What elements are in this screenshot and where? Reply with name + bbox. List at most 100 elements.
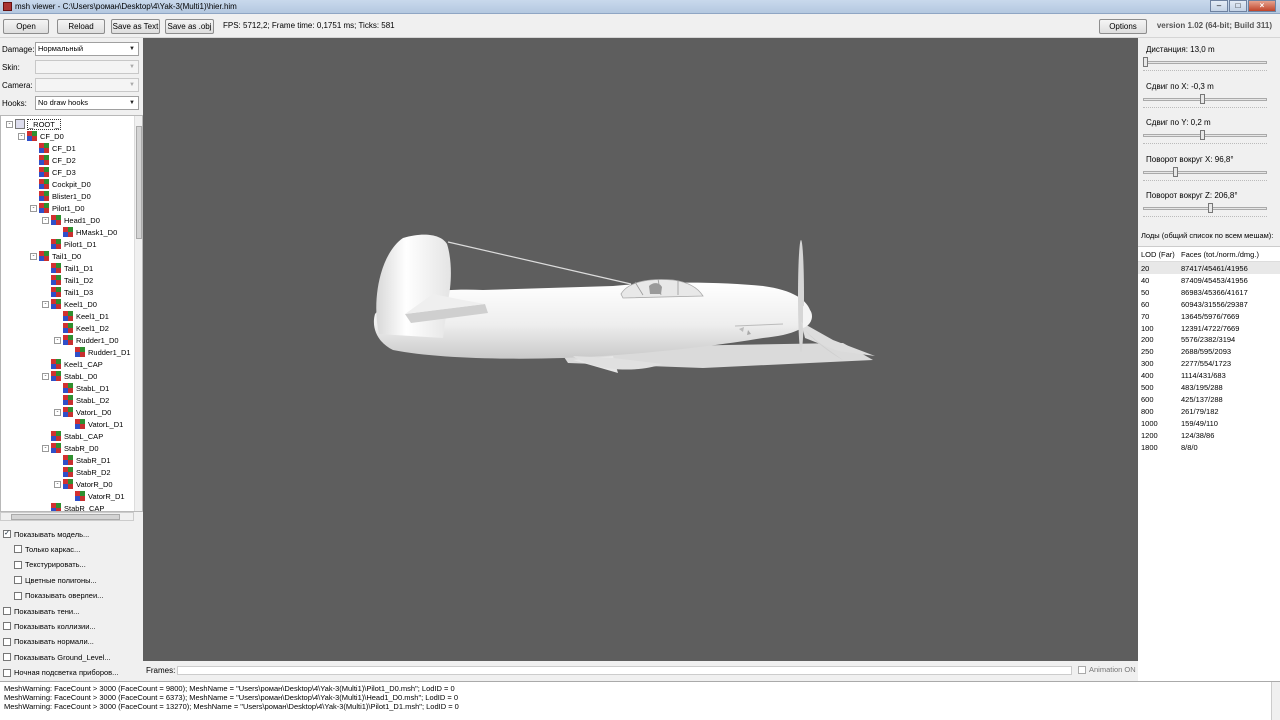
option-checkbox-row[interactable]: Цветные полигоны... <box>14 574 97 586</box>
slider-handle[interactable] <box>1200 130 1206 141</box>
scrollbar-thumb[interactable] <box>136 126 142 239</box>
lod-row[interactable]: 100 12391/4722/7669 <box>1138 322 1280 334</box>
slider-handle[interactable] <box>1143 57 1148 67</box>
slider-handle[interactable] <box>1172 166 1178 177</box>
collapse-icon[interactable]: - <box>30 252 37 260</box>
slider-track[interactable] <box>1143 207 1267 211</box>
tree-item[interactable]: HMask1_D0 <box>54 226 118 238</box>
checkbox-icon[interactable] <box>3 622 11 631</box>
option-checkbox-row[interactable]: Показывать оверлеи... <box>14 590 103 602</box>
tree-item[interactable]: StabL_CAP <box>42 430 104 442</box>
slider-track[interactable] <box>1143 61 1267 64</box>
3d-viewport[interactable] <box>143 38 1138 661</box>
tree-item[interactable]: Keel1_D1 <box>54 310 110 322</box>
tree-horizontal-scrollbar[interactable] <box>0 512 134 521</box>
tree-item[interactable]: - VatorR_D0 <box>54 478 114 490</box>
skin-select[interactable]: ▼ <box>35 60 139 74</box>
tree-item[interactable]: CF_D3 <box>30 166 77 178</box>
tree-item[interactable]: Rudder1_D1 <box>66 346 132 358</box>
tree-item[interactable]: CF_D1 <box>30 142 77 154</box>
frames-slider[interactable] <box>177 666 1072 675</box>
tree-item[interactable]: - _ROOT_ <box>6 118 62 130</box>
checkbox-icon[interactable] <box>14 591 22 600</box>
tree-item[interactable]: Tail1_D3 <box>42 286 94 298</box>
tree-item[interactable]: VatorR_D1 <box>66 490 126 502</box>
scrollbar-thumb[interactable] <box>11 514 120 520</box>
slider-handle[interactable] <box>1200 93 1206 104</box>
lod-row[interactable]: 70 13645/5976/7669 <box>1138 310 1280 322</box>
save-as-text-button[interactable]: Save as Text <box>111 19 160 34</box>
checkbox-icon[interactable] <box>3 637 11 646</box>
tree-item[interactable]: Cockpit_D0 <box>30 178 92 190</box>
tree-item[interactable]: - Tail1_D0 <box>30 250 82 262</box>
checkbox-icon[interactable] <box>14 576 22 585</box>
collapse-icon[interactable]: - <box>30 204 37 212</box>
tree-item[interactable]: - Rudder1_D0 <box>54 334 120 346</box>
option-checkbox-row[interactable]: Текстурировать... <box>14 559 86 571</box>
lod-row[interactable]: 50 86983/45366/41617 <box>1138 286 1280 298</box>
collapse-icon[interactable]: - <box>42 216 49 224</box>
option-checkbox-row[interactable]: Только каркас... <box>14 543 80 555</box>
damage-select[interactable]: Нормальный ▼ <box>35 42 139 56</box>
options-button[interactable]: Options <box>1099 19 1147 34</box>
checkbox-icon[interactable] <box>14 545 22 554</box>
lod-row[interactable]: 300 2277/554/1723 <box>1138 357 1280 369</box>
tree-item[interactable]: - Head1_D0 <box>42 214 101 226</box>
collapse-icon[interactable]: - <box>54 336 61 344</box>
tree-item[interactable]: Tail1_D2 <box>42 274 94 286</box>
tree-item[interactable]: Blister1_D0 <box>30 190 92 202</box>
tree-item[interactable]: Keel1_CAP <box>42 358 104 370</box>
lod-row[interactable]: 800 261/79/182 <box>1138 405 1280 417</box>
tree-item[interactable]: - Pilot1_D0 <box>30 202 86 214</box>
collapse-icon[interactable]: - <box>42 372 49 380</box>
reload-button[interactable]: Reload <box>57 19 105 34</box>
maximize-icon[interactable]: □ <box>1229 0 1247 12</box>
tree-item[interactable]: - StabR_D0 <box>42 442 100 454</box>
minimize-icon[interactable]: – <box>1210 0 1228 12</box>
lod-row[interactable]: 60 60943/31556/29387 <box>1138 298 1280 310</box>
collapse-icon[interactable]: - <box>54 480 61 488</box>
tree-item[interactable]: - Keel1_D0 <box>42 298 98 310</box>
lod-row[interactable]: 400 1114/431/683 <box>1138 369 1280 381</box>
tree-item[interactable]: - StabL_D0 <box>42 370 98 382</box>
checkbox-checked-icon[interactable]: ✓ <box>3 530 11 538</box>
tree-item[interactable]: StabR_D2 <box>54 466 112 478</box>
option-checkbox-row[interactable]: Показывать тени... <box>3 605 79 617</box>
lod-row[interactable]: 600 425/137/288 <box>1138 393 1280 405</box>
tree-item[interactable]: StabL_D2 <box>54 394 110 406</box>
tree-item[interactable]: - VatorL_D0 <box>54 406 112 418</box>
slider-track[interactable] <box>1143 170 1267 174</box>
tree-item[interactable]: VatorL_D1 <box>66 418 124 430</box>
checkbox-icon[interactable] <box>3 653 11 662</box>
lod-column-header[interactable]: LOD (Far) <box>1141 250 1175 259</box>
animation-toggle[interactable]: Animation ON <box>1078 665 1136 674</box>
collapse-icon[interactable]: - <box>18 132 25 140</box>
tree-item[interactable]: StabR_D1 <box>54 454 112 466</box>
lod-row[interactable]: 40 87409/45453/41956 <box>1138 274 1280 286</box>
lod-row[interactable]: 1000 159/49/110 <box>1138 417 1280 429</box>
lod-row[interactable]: 1800 8/8/0 <box>1138 441 1280 453</box>
option-checkbox-row[interactable]: ✓ Показывать модель... <box>3 528 89 540</box>
camera-select[interactable]: ▼ <box>35 78 139 92</box>
tree-item[interactable]: StabR_CAP <box>42 502 105 511</box>
option-checkbox-row[interactable]: Показывать коллизии... <box>3 620 96 632</box>
collapse-icon[interactable]: - <box>42 300 49 308</box>
close-icon[interactable]: × <box>1248 0 1276 12</box>
option-checkbox-row[interactable]: Ночная подсветка приборов... <box>3 667 118 679</box>
mesh-tree[interactable]: - _ROOT_ - CF_D0 CF_D1 CF_D2 CF_D3 Cockpit_D0 Bl… <box>0 115 143 512</box>
faces-column-header[interactable]: Faces (tot./norm./dmg.) <box>1181 250 1259 259</box>
lods-list[interactable]: LOD (Far) Faces (tot./norm./dmg.) 20 8741… <box>1138 246 1280 681</box>
option-checkbox-row[interactable]: Показывать Ground_Level... <box>3 651 111 663</box>
collapse-icon[interactable]: - <box>6 120 13 128</box>
lod-row[interactable]: 1200 124/38/86 <box>1138 429 1280 441</box>
collapse-icon[interactable]: - <box>42 444 49 452</box>
option-checkbox-row[interactable]: Показывать нормали... <box>3 636 94 648</box>
tree-vertical-scrollbar[interactable] <box>134 116 142 511</box>
checkbox-icon[interactable] <box>14 560 22 569</box>
tree-item[interactable]: Keel1_D2 <box>54 322 110 334</box>
tree-item[interactable]: Tail1_D1 <box>42 262 94 274</box>
log-vertical-scrollbar[interactable] <box>1271 682 1280 720</box>
lod-row[interactable]: 200 5576/2382/3194 <box>1138 333 1280 345</box>
collapse-icon[interactable]: - <box>54 408 61 416</box>
lod-row[interactable]: 20 87417/45461/41956 <box>1138 262 1280 274</box>
